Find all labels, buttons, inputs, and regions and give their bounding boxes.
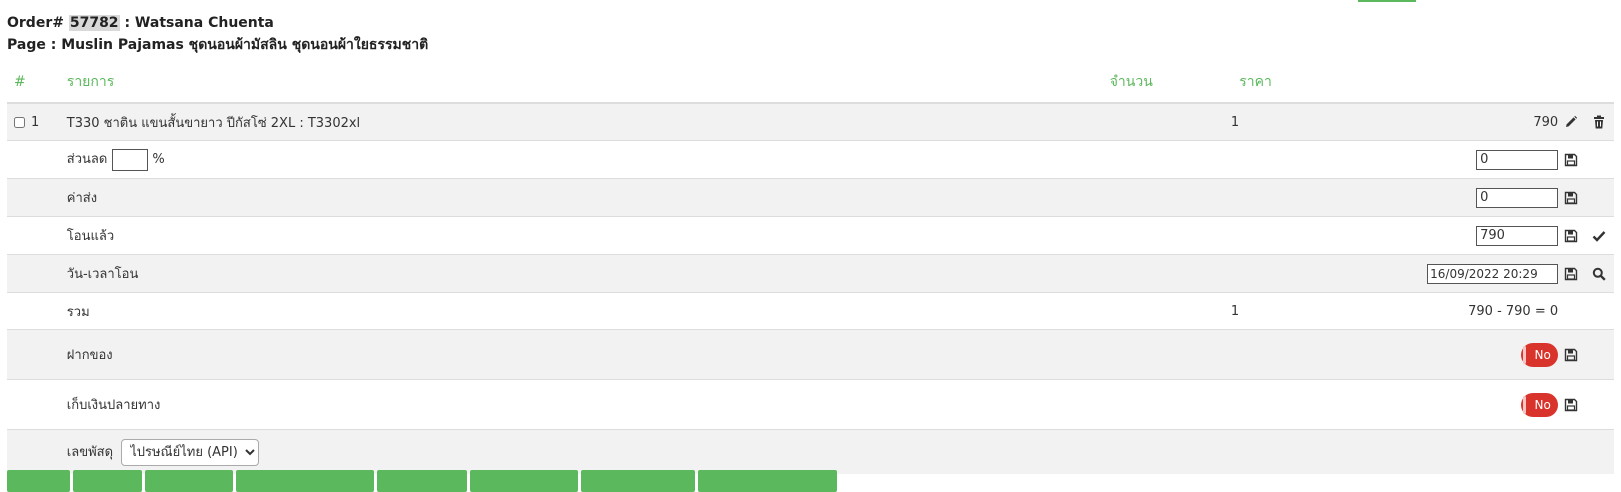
action-button[interactable] <box>377 470 467 492</box>
action-button[interactable] <box>236 470 374 492</box>
action-button[interactable] <box>73 470 142 492</box>
action-button[interactable] <box>698 470 837 492</box>
carrier-select[interactable]: ไปรษณีย์ไทย (API) <box>121 438 260 466</box>
deposit-toggle[interactable]: No <box>1521 342 1559 367</box>
total-qty: 1 <box>1109 292 1240 330</box>
shipping-label: ค่าส่ง <box>66 178 1110 217</box>
item-index: 1 <box>31 114 40 130</box>
search-icon[interactable] <box>1592 267 1606 281</box>
table-row-shipping: ค่าส่ง <box>7 178 1614 217</box>
total-value: 790 - 790 = 0 <box>1239 292 1559 330</box>
discount-label: ส่วนลด <box>66 152 108 168</box>
col-header-price: ราคา <box>1239 62 1559 104</box>
order-number: 57782 <box>68 15 120 31</box>
order-line: Order# 57782 : Watsana Chuenta <box>7 12 428 34</box>
cod-label: เก็บเงินปลายทาง <box>66 379 1110 430</box>
action-button[interactable] <box>145 470 233 492</box>
col-header-item: รายการ <box>66 62 1110 104</box>
table-row-tracking: เลขพัสดุ ไปรษณีย์ไทย (API) <box>7 429 1614 474</box>
floppy-disk-icon[interactable] <box>1564 348 1578 362</box>
table-row-discount: ส่วนลด% <box>7 140 1614 179</box>
transferred-label: โอนแล้ว <box>66 216 1110 255</box>
item-price: 790 <box>1239 102 1559 141</box>
table-row-total: รวม 1 790 - 790 = 0 <box>7 292 1614 330</box>
discount-amount-input[interactable] <box>1476 149 1559 170</box>
percent-sign: % <box>152 152 165 168</box>
table-row-transferred: โอนแล้ว <box>7 216 1614 255</box>
floppy-disk-icon[interactable] <box>1564 191 1578 205</box>
floppy-disk-icon[interactable] <box>1564 153 1578 167</box>
checkmark-icon[interactable] <box>1592 229 1606 243</box>
deposit-label: ฝากของ <box>66 329 1110 380</box>
top-accent-bar <box>1358 0 1416 2</box>
page-line: Page : Muslin Pajamas ชุดนอนผ้ามัสลิน ชุ… <box>7 37 429 53</box>
col-header-num: # <box>7 62 67 104</box>
bottom-action-buttons <box>7 470 837 492</box>
floppy-disk-icon[interactable] <box>1564 267 1578 281</box>
transfer-datetime-input[interactable] <box>1427 263 1559 284</box>
table-header-row: # รายการ จำนวน ราคา <box>7 62 1614 104</box>
trash-icon[interactable] <box>1592 115 1606 129</box>
tracking-label: เลขพัสดุ <box>66 444 114 460</box>
order-table: # รายการ จำนวน ราคา 1 T330 ชาติน แขนสั้น… <box>7 62 1614 474</box>
floppy-disk-icon[interactable] <box>1564 229 1578 243</box>
action-button[interactable] <box>470 470 578 492</box>
col-header-qty: จำนวน <box>1109 62 1240 104</box>
order-header: Order# 57782 : Watsana Chuenta Page : Mu… <box>7 12 428 56</box>
table-row-transfer-time: วัน-เวลาโอน <box>7 254 1614 293</box>
action-button[interactable] <box>7 470 70 492</box>
item-qty: 1 <box>1109 102 1240 141</box>
action-button[interactable] <box>581 470 695 492</box>
table-row-cod: เก็บเงินปลายทาง No <box>7 379 1614 430</box>
table-row-deposit: ฝากของ No <box>7 329 1614 380</box>
total-label: รวม <box>66 292 1110 330</box>
order-prefix: Order# <box>7 15 64 31</box>
transfer-time-label: วัน-เวลาโอน <box>66 254 1110 293</box>
pencil-icon[interactable] <box>1564 115 1578 129</box>
item-name: T330 ชาติน แขนสั้นขายาว ปีกัสโซ่ 2XL : T… <box>66 102 1110 141</box>
floppy-disk-icon[interactable] <box>1564 398 1578 412</box>
cod-toggle[interactable]: No <box>1521 392 1559 417</box>
item-select-checkbox[interactable] <box>14 116 25 128</box>
transferred-amount-input[interactable] <box>1476 225 1559 246</box>
customer-separator: : <box>124 15 131 31</box>
shipping-amount-input[interactable] <box>1476 187 1559 208</box>
customer-name: Watsana Chuenta <box>134 15 274 31</box>
discount-percent-input[interactable] <box>112 148 149 171</box>
table-row-item: 1 T330 ชาติน แขนสั้นขายาว ปีกัสโซ่ 2XL :… <box>7 102 1614 141</box>
